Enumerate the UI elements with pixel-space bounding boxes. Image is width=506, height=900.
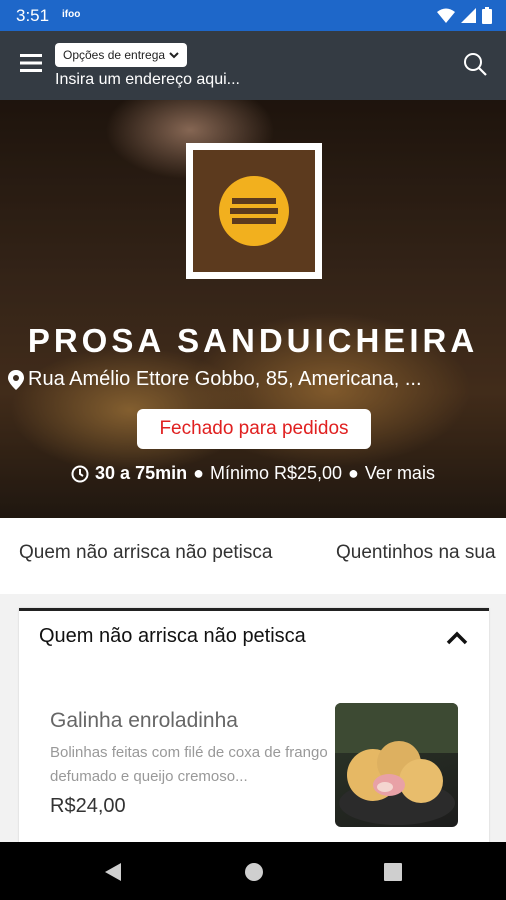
home-icon[interactable]: [244, 862, 264, 882]
item-name: Galinha enroladinha: [50, 709, 238, 732]
store-address[interactable]: Rua Amélio Ettore Gobbo, 85, Americana, …: [8, 368, 422, 391]
store-address-text: Rua Amélio Ettore Gobbo, 85, Americana, …: [28, 368, 422, 390]
battery-icon: [482, 7, 492, 24]
status-icons: [437, 7, 492, 24]
signal-icon: [461, 8, 476, 23]
separator-dot: ●: [193, 463, 204, 483]
app-header: Opções de entrega Insira um endereço aqu…: [0, 31, 506, 100]
minimum-order: Mínimo R$25,00: [209, 463, 343, 483]
location-pin-icon: [8, 369, 24, 390]
section-title: Quem não arrisca não petisca: [39, 625, 306, 647]
chevron-down-icon: [169, 51, 179, 58]
back-icon[interactable]: [104, 862, 122, 882]
item-description: Bolinhas feitas com filé de coxa de fran…: [50, 744, 328, 785]
delivery-time: 30 a 75min: [95, 463, 188, 483]
category-tabs: Quem não arrisca não petisca Quentinhos …: [0, 518, 506, 594]
burger-logo-icon: [219, 176, 289, 246]
food-photo: [335, 703, 458, 825]
tab-quentinhos[interactable]: Quentinhos na sua: [336, 542, 496, 564]
status-app-badge: ifoo: [62, 9, 81, 20]
menu-icon[interactable]: [20, 53, 44, 73]
status-time: 3:51: [16, 6, 50, 25]
recents-icon[interactable]: [384, 863, 402, 881]
status-badge: Fechado para pedidos: [137, 409, 371, 449]
chevron-up-icon[interactable]: [445, 629, 469, 647]
store-hero: PROSA SANDUICHEIRA Rua Amélio Ettore Gob…: [0, 100, 506, 518]
system-nav-bar: [0, 842, 506, 900]
store-logo: [186, 143, 322, 279]
delivery-options-label: Opções de entrega: [63, 48, 166, 62]
item-price: R$24,00: [50, 795, 126, 817]
search-icon[interactable]: [462, 51, 488, 77]
item-photo: [335, 703, 458, 827]
clock-icon: [71, 465, 89, 482]
menu-section: Quem não arrisca não petisca Galinha enr…: [19, 608, 489, 848]
tab-quem-nao-arrisca[interactable]: Quem não arrisca não petisca: [19, 542, 272, 564]
status-bar: 3:51 ifoo: [0, 0, 506, 31]
wifi-icon: [437, 8, 455, 23]
store-info-line: 30 a 75min ● Mínimo R$25,00 ● Ver mais: [0, 463, 506, 484]
address-input[interactable]: Insira um endereço aqui...: [55, 71, 240, 89]
see-more-link[interactable]: Ver mais: [365, 463, 435, 484]
store-name: PROSA SANDUICHEIRA: [27, 322, 479, 359]
delivery-options-dropdown[interactable]: Opções de entrega: [55, 43, 188, 67]
separator-dot: ●: [348, 463, 359, 483]
